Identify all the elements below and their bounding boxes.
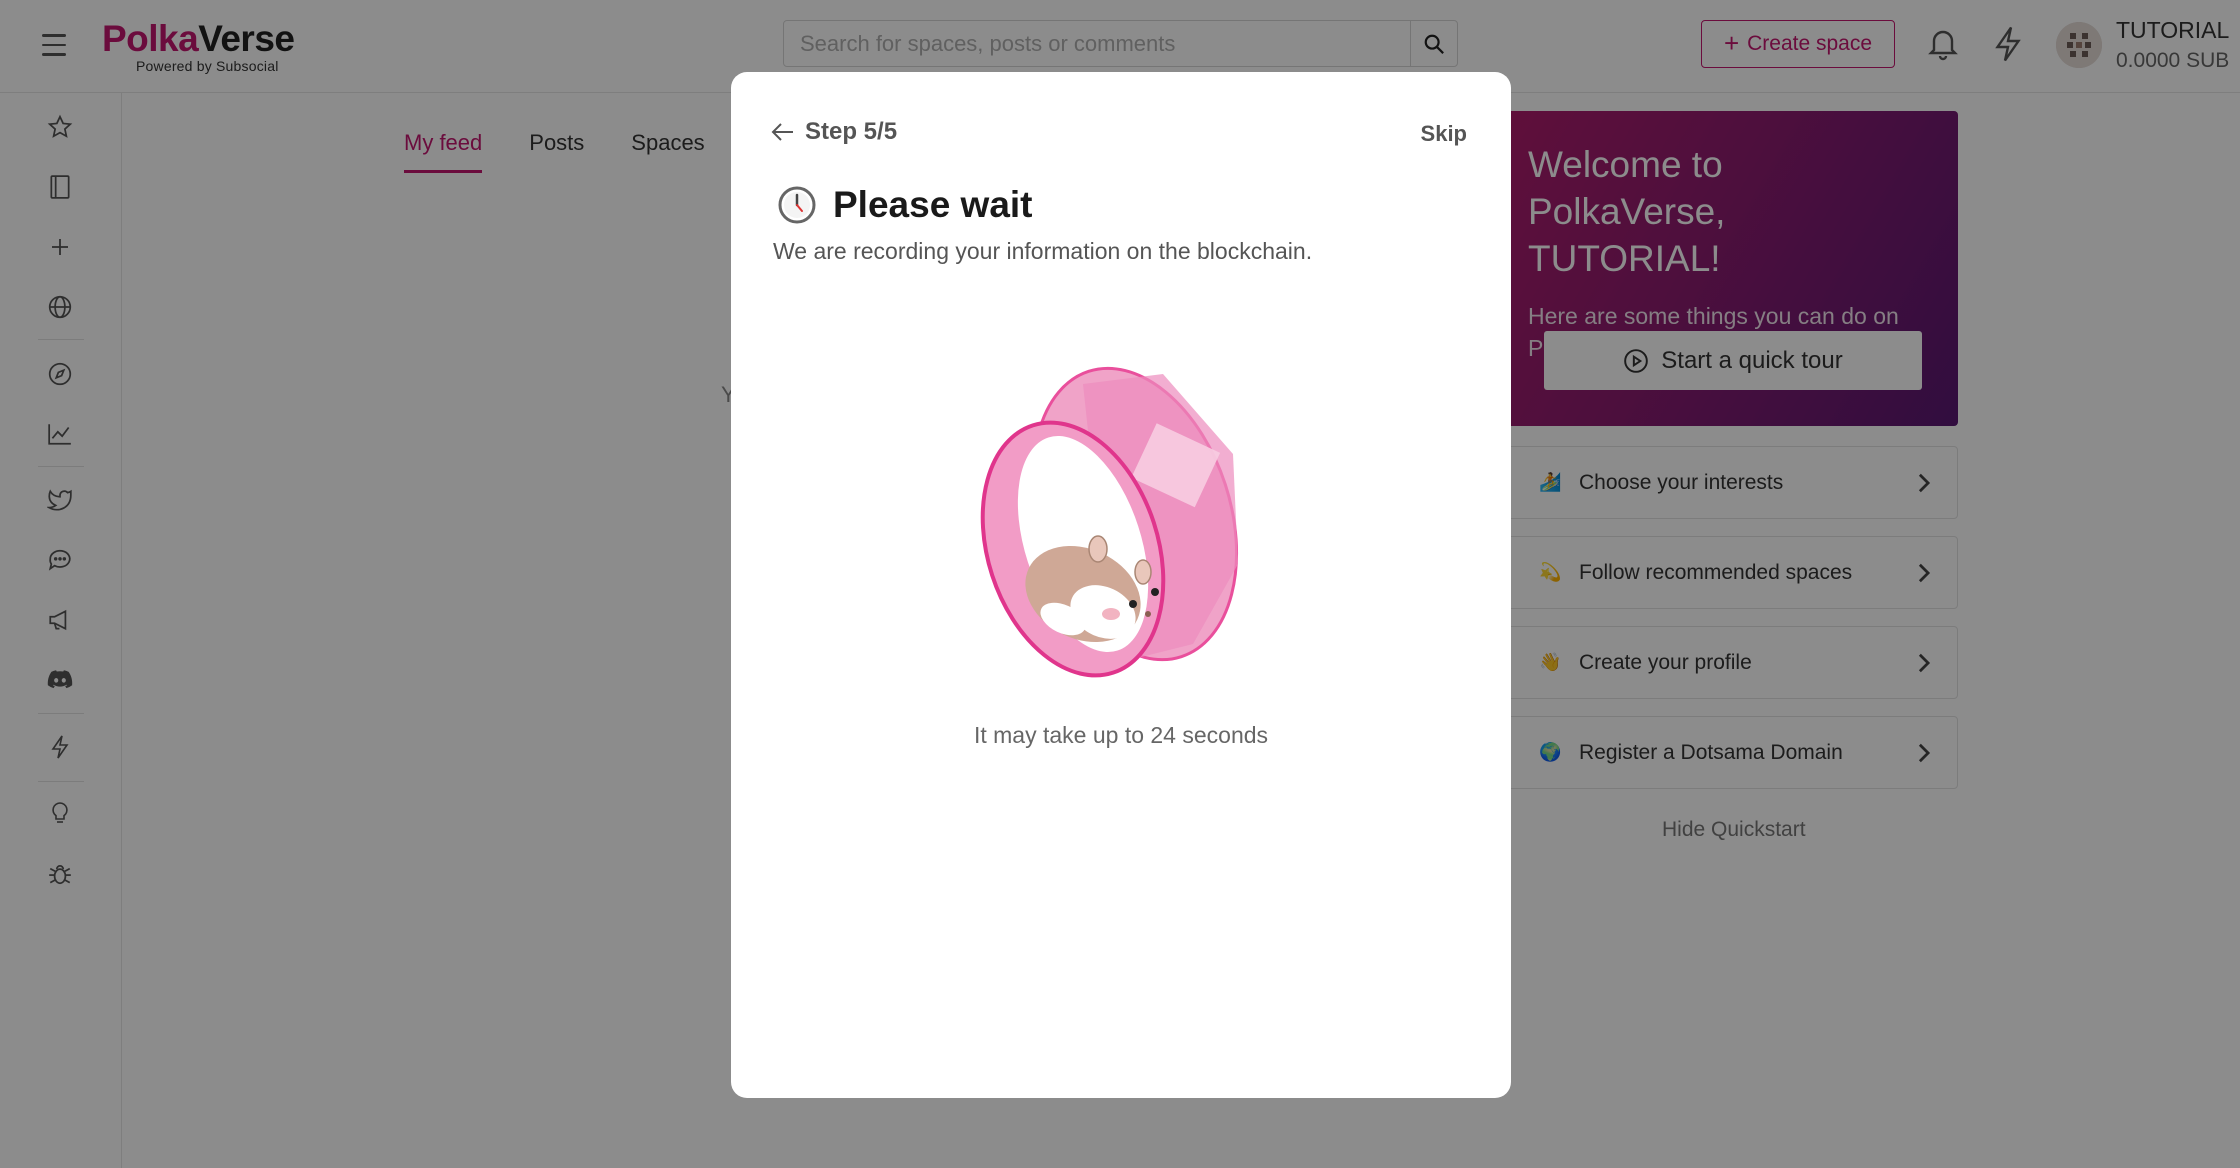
hamster-wheel-illustration bbox=[980, 366, 1239, 678]
clock-icon bbox=[778, 186, 816, 224]
modal-title: Please wait bbox=[777, 184, 1033, 226]
back-button[interactable]: Step 5/5 bbox=[771, 118, 897, 146]
skip-button[interactable]: Skip bbox=[1421, 121, 1467, 147]
step-indicator: Step 5/5 bbox=[805, 118, 898, 145]
modal-hint: It may take up to 24 seconds bbox=[973, 722, 1269, 748]
modal-title-text: Please wait bbox=[833, 184, 1033, 225]
arrow-left-icon bbox=[771, 123, 793, 141]
onboarding-modal: Step 5/5 Skip Please wait We are recordi… bbox=[731, 72, 1511, 1098]
modal-description: We are recording your information on the… bbox=[773, 238, 1313, 264]
